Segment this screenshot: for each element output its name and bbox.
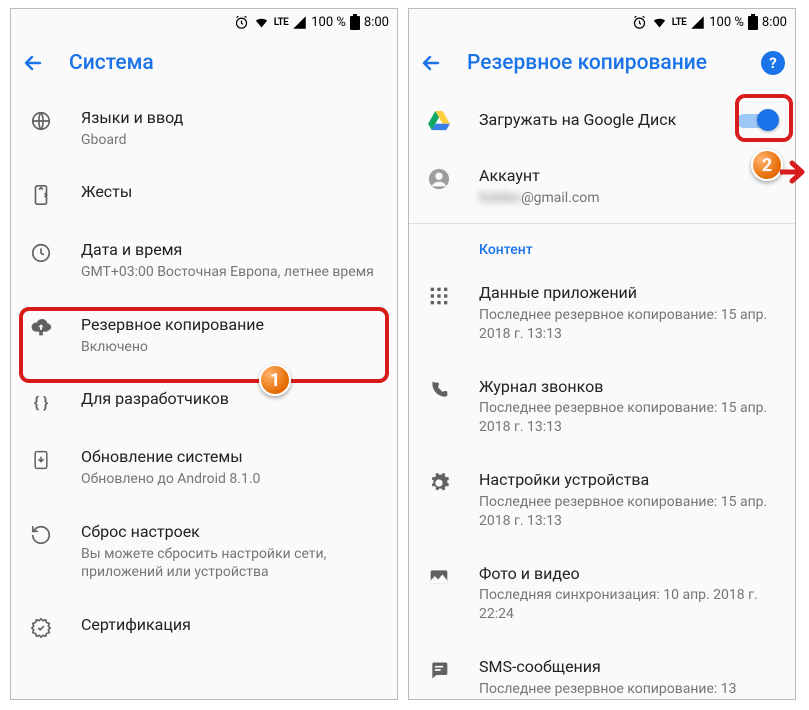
back-button[interactable]: [21, 51, 45, 75]
battery-icon: [748, 14, 758, 30]
help-button[interactable]: ?: [761, 51, 785, 75]
section-content: Контент: [409, 224, 795, 266]
developer-item[interactable]: { } Для разработчиков: [11, 372, 397, 430]
photos-video-item[interactable]: Фото и видео Последняя синхронизация: 10…: [409, 547, 795, 640]
app-bar: Резервное копирование ?: [409, 35, 795, 91]
phone-icon: [427, 378, 451, 402]
clock: 8:00: [364, 15, 389, 30]
item-title: Настройки устройства: [479, 469, 777, 491]
item-title: Аккаунт: [479, 165, 777, 187]
backup-item[interactable]: Резервное копирование Включено: [11, 298, 397, 372]
item-title: Языки и ввод: [81, 107, 379, 129]
clock-icon: [29, 241, 53, 265]
item-title: Дата и время: [81, 239, 379, 261]
item-subtitle: Обновлено до Android 8.1.0: [81, 470, 379, 489]
alarm-icon: [234, 15, 249, 30]
battery-percent: 100 %: [311, 15, 346, 30]
gear-icon: [427, 471, 451, 495]
item-subtitle: Последнее резервное копирование: 13: [479, 680, 777, 699]
network-type: LTE: [274, 17, 289, 28]
google-drive-icon: [427, 109, 451, 133]
item-subtitle: Gboard: [81, 131, 379, 150]
item-subtitle: Последнее резервное копирование: 15 апр.…: [479, 493, 777, 531]
system-update-item[interactable]: Обновление системы Обновлено до Android …: [11, 430, 397, 504]
item-subtitle: Включено: [81, 338, 379, 357]
upload-toggle[interactable]: [737, 109, 777, 131]
item-subtitle: Последнее резервное копирование: 15 апр.…: [479, 306, 777, 344]
item-title: Обновление системы: [81, 446, 379, 468]
system-update-icon: [29, 448, 53, 472]
item-title: Журнал звонков: [479, 376, 777, 398]
item-title: Данные приложений: [479, 282, 777, 304]
verified-icon: [29, 616, 53, 640]
item-subtitle: Последняя синхронизация: 10 апр. 2018 г.…: [479, 586, 777, 624]
wifi-icon: [651, 15, 668, 30]
item-title: Сброс настроек: [81, 521, 379, 543]
back-button[interactable]: [419, 51, 443, 75]
gestures-item[interactable]: Жесты: [11, 165, 397, 223]
image-icon: [427, 565, 451, 589]
account-icon: [427, 167, 451, 191]
globe-icon: [29, 109, 53, 133]
account-email: hidden@gmail.com: [479, 189, 777, 208]
app-bar: Система: [11, 35, 397, 91]
reset-item[interactable]: Сброс настроек Вы можете сбросить настро…: [11, 505, 397, 598]
item-subtitle: GMT+03:00 Восточная Европа, летнее время: [81, 263, 379, 282]
item-title: SMS-сообщения: [479, 656, 777, 678]
item-title: Для разработчиков: [81, 388, 379, 410]
item-subtitle: Последнее резервное копирование: 15 апр.…: [479, 399, 777, 437]
item-title: Фото и видео: [479, 563, 777, 585]
account-item[interactable]: Аккаунт hidden@gmail.com: [409, 149, 795, 223]
backup-settings-screen: LTE 100 % 8:00 Резервное копирование ? З…: [408, 8, 796, 700]
page-title: Резервное копирование: [467, 51, 707, 75]
page-title: Система: [69, 51, 154, 75]
signal-icon: [690, 15, 705, 30]
status-bar: LTE 100 % 8:00: [409, 9, 795, 35]
apps-grid-icon: [427, 284, 451, 308]
item-title: Сертификация: [81, 614, 379, 636]
battery-percent: 100 %: [709, 15, 744, 30]
item-title: Загружать на Google Диск: [479, 109, 709, 131]
network-type: LTE: [672, 17, 687, 28]
wifi-icon: [253, 15, 270, 30]
apps-data-item[interactable]: Данные приложений Последнее резервное ко…: [409, 266, 795, 359]
cloud-upload-icon: [29, 316, 53, 340]
languages-item[interactable]: Языки и ввод Gboard: [11, 91, 397, 165]
alarm-icon: [632, 15, 647, 30]
status-bar: LTE 100 % 8:00: [11, 9, 397, 35]
upload-to-drive-item[interactable]: Загружать на Google Диск: [409, 91, 795, 149]
certification-item[interactable]: Сертификация: [11, 598, 397, 656]
item-title: Резервное копирование: [81, 314, 379, 336]
sms-item[interactable]: SMS-сообщения Последнее резервное копиро…: [409, 640, 795, 700]
signal-icon: [292, 15, 307, 30]
braces-icon: { }: [29, 390, 53, 414]
system-settings-screen: LTE 100 % 8:00 Система Языки и ввод Gboa…: [10, 8, 398, 700]
call-log-item[interactable]: Журнал звонков Последнее резервное копир…: [409, 360, 795, 453]
item-subtitle: Вы можете сбросить настройки сети, прило…: [81, 545, 379, 583]
datetime-item[interactable]: Дата и время GMT+03:00 Восточная Европа,…: [11, 223, 397, 297]
item-title: Жесты: [81, 181, 379, 203]
sms-icon: [427, 658, 451, 682]
device-settings-item[interactable]: Настройки устройства Последнее резервное…: [409, 453, 795, 546]
restore-icon: [29, 523, 53, 547]
gestures-icon: [29, 183, 53, 207]
battery-icon: [350, 14, 360, 30]
clock: 8:00: [762, 15, 787, 30]
